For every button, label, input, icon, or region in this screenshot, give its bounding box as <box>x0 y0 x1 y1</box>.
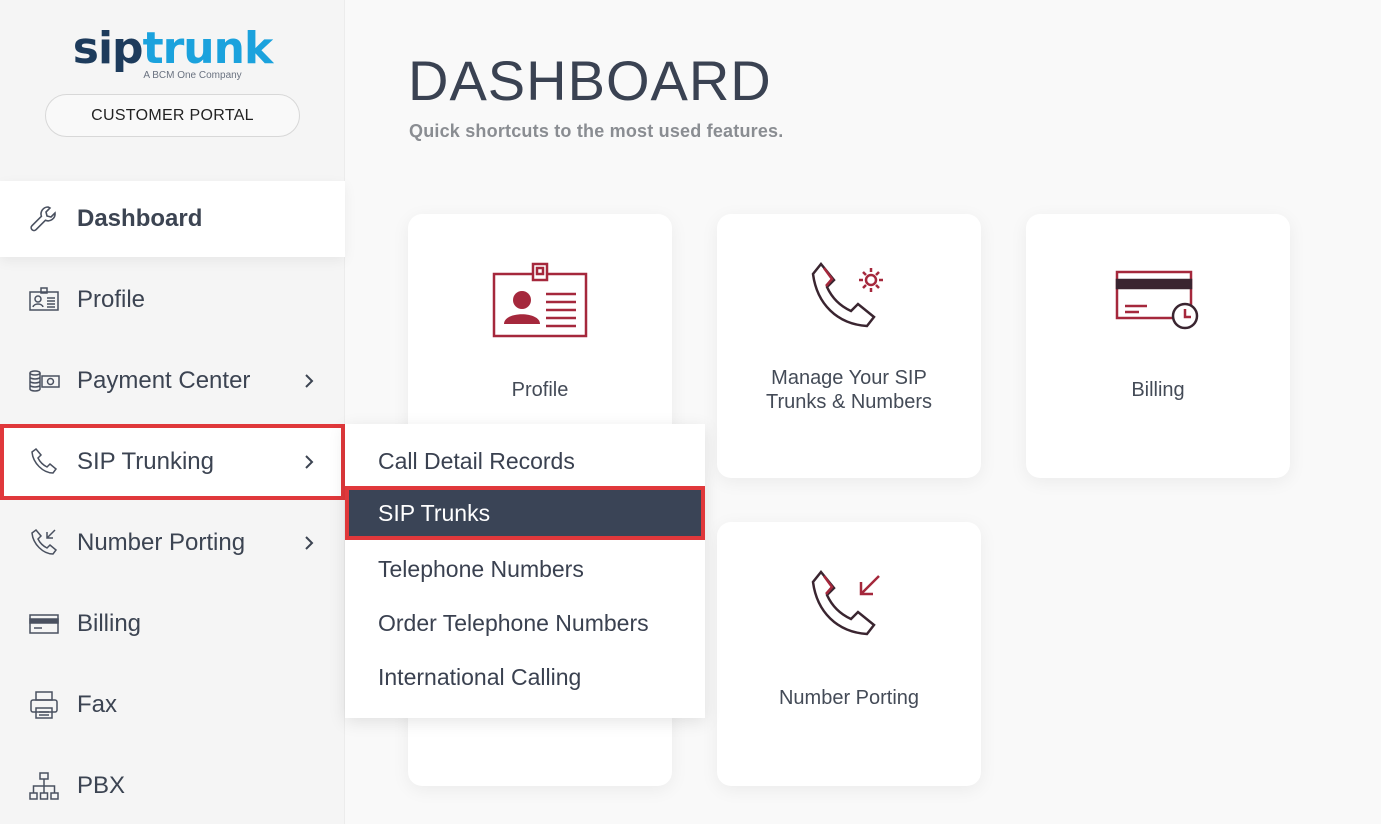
sidebar-item-payment-center[interactable]: Payment Center <box>0 343 345 419</box>
printer-icon <box>27 688 61 722</box>
sidebar-item-number-porting[interactable]: Number Porting <box>0 505 345 581</box>
phone-incoming-icon <box>27 526 61 560</box>
sip-trunking-submenu: Call Detail Records SIP Trunks Telephone… <box>345 424 705 718</box>
chevron-right-icon <box>297 531 321 555</box>
card-billing[interactable]: Billing <box>1026 214 1290 478</box>
sidebar-item-label: Fax <box>77 691 118 718</box>
card-label: Billing <box>1131 379 1185 401</box>
phone-incoming-icon <box>717 568 981 648</box>
sidebar-item-pbx[interactable]: PBX <box>0 748 345 824</box>
card-manage-sip-trunks[interactable]: Manage Your SIP Trunks & Numbers <box>717 214 981 478</box>
sidebar-item-billing[interactable]: Billing <box>0 586 345 662</box>
card-label-line1: Manage Your SIP <box>771 367 927 389</box>
chevron-right-icon <box>297 450 321 474</box>
card-number-porting[interactable]: Number Porting <box>717 522 981 786</box>
logo[interactable]: siptrunk A BCM One Company <box>0 23 345 82</box>
phone-gear-icon <box>717 260 981 340</box>
page-title: DASHBOARD <box>408 49 772 112</box>
submenu-item-call-detail-records[interactable]: Call Detail Records <box>345 434 705 488</box>
sidebar-item-dashboard[interactable]: Dashboard <box>0 181 345 257</box>
page-subtitle: Quick shortcuts to the most used feature… <box>409 121 784 141</box>
sidebar-item-label: Number Porting <box>77 529 246 556</box>
id-badge-icon <box>408 262 672 340</box>
card-history-icon <box>1026 268 1290 332</box>
sidebar-item-label: Billing <box>77 610 142 637</box>
sidebar-item-fax[interactable]: Fax <box>0 667 345 743</box>
wrench-icon <box>27 202 61 236</box>
id-card-icon <box>27 283 61 317</box>
customer-portal-button[interactable]: CUSTOMER PORTAL <box>45 94 300 137</box>
submenu-item-order-telephone-numbers[interactable]: Order Telephone Numbers <box>345 596 705 650</box>
money-icon <box>27 364 61 398</box>
sidebar-item-profile[interactable]: Profile <box>0 262 345 338</box>
submenu-item-sip-trunks[interactable]: SIP Trunks <box>345 486 705 540</box>
submenu-item-international-calling[interactable]: International Calling <box>345 650 705 704</box>
card-label: Manage Your SIP Trunks & Numbers <box>717 366 981 414</box>
card-label-line2: Trunks & Numbers <box>766 391 932 413</box>
network-icon <box>27 769 61 803</box>
credit-card-icon <box>27 607 61 641</box>
sidebar-item-label: PBX <box>77 772 126 799</box>
submenu-item-telephone-numbers[interactable]: Telephone Numbers <box>345 542 705 596</box>
sidebar-item-label: Dashboard <box>77 205 203 232</box>
phone-icon <box>27 445 61 479</box>
logo-wordmark: siptrunk <box>72 23 273 74</box>
sidebar: siptrunk A BCM One Company CUSTOMER PORT… <box>0 0 345 824</box>
sidebar-item-label: Profile <box>77 286 146 313</box>
card-label: Profile <box>511 379 569 401</box>
sidebar-item-sip-trunking[interactable]: SIP Trunking <box>0 424 345 500</box>
sidebar-item-label: SIP Trunking <box>77 448 214 475</box>
sidebar-item-label: Payment Center <box>77 367 251 394</box>
card-label: Number Porting <box>778 687 920 709</box>
chevron-right-icon <box>297 369 321 393</box>
